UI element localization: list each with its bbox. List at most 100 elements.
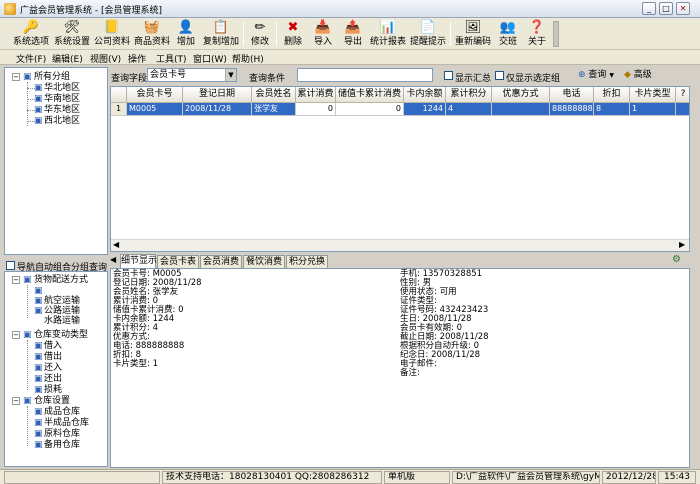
table-cell[interactable]: 0	[336, 103, 404, 116]
grid-horizontal-scrollbar[interactable]: ◀ ▶	[111, 239, 689, 251]
copy-add-button[interactable]: 📋 复制增加	[202, 19, 240, 49]
minimize-button[interactable]: _	[642, 2, 656, 15]
menu-window[interactable]: 窗口(W)	[193, 52, 227, 65]
edit-button[interactable]: ✏ 修改	[247, 19, 273, 49]
company-info-button[interactable]: 📒 公司资料	[93, 19, 131, 49]
tree-item-water[interactable]: 水路运输	[44, 316, 80, 326]
tab-member-card[interactable]: 会员卡表	[157, 255, 199, 268]
grid-header[interactable]: 累计消费	[296, 87, 336, 103]
menu-view[interactable]: 视图(V)	[90, 52, 121, 65]
grid-header[interactable]: 折扣	[594, 87, 630, 103]
show-selected-group-checkbox[interactable]	[495, 71, 504, 80]
status-empty	[4, 471, 160, 484]
menu-help[interactable]: 帮助(H)	[232, 52, 264, 65]
add-button[interactable]: 👤 增加	[173, 19, 199, 49]
reminder-button[interactable]: 📄 提醒提示	[409, 19, 447, 49]
detail-tool-icon[interactable]: ⚙	[672, 254, 686, 267]
grid-header[interactable]: ?	[676, 87, 689, 103]
tree-item-north[interactable]: 华北地区	[44, 83, 80, 93]
query-button[interactable]: ⊕ 查询 ▼	[578, 69, 622, 83]
table-cell[interactable]: 888888888	[550, 103, 594, 116]
table-cell[interactable]: 2008/11/28	[183, 103, 252, 116]
grid-header[interactable]: 电话	[550, 87, 594, 103]
menu-edit[interactable]: 编辑(E)	[52, 52, 83, 65]
tab-dining-consumption[interactable]: 餐饮消费	[243, 255, 285, 268]
folder-icon: ▣	[34, 418, 43, 428]
grid-header[interactable]: 会员卡号	[127, 87, 183, 103]
row-marker[interactable]: 1	[111, 103, 127, 116]
export-button[interactable]: 📤 导出	[340, 19, 366, 49]
query-field-select[interactable]: 会员卡号 ▼	[147, 68, 237, 82]
toolbar-separator	[450, 22, 451, 46]
table-cell[interactable]: M0005	[127, 103, 183, 116]
nav-auto-group-checkbox[interactable]	[6, 261, 15, 270]
tree-item-borrow-in[interactable]: 借入	[44, 341, 62, 351]
tree-item-finished-warehouse[interactable]: 成品仓库	[44, 407, 80, 417]
toolbar-overflow-handle[interactable]	[553, 21, 559, 47]
about-button[interactable]: ❓ 关于	[524, 19, 550, 49]
menu-file[interactable]: 文件(F)	[16, 52, 46, 65]
grid-header[interactable]: 累计积分	[446, 87, 492, 103]
grid-header[interactable]: 优惠方式	[492, 87, 550, 103]
table-cell[interactable]	[492, 103, 550, 116]
maximize-button[interactable]: □	[659, 2, 673, 15]
tree-item-northwest[interactable]: 西北地区	[44, 116, 80, 126]
grid-header[interactable]: 登记日期	[183, 87, 252, 103]
close-button[interactable]: ✕	[676, 2, 690, 15]
tree-item-stock-change[interactable]: 仓库变动类型	[34, 330, 88, 340]
system-options-button[interactable]: 🔑 系统选项	[12, 19, 50, 49]
tree-item-borrow-out[interactable]: 借出	[44, 352, 62, 362]
show-summary-checkbox[interactable]	[444, 71, 453, 80]
tree-item-south[interactable]: 华南地区	[44, 94, 80, 104]
grid-header[interactable]: 会员姓名	[252, 87, 296, 103]
scroll-right-icon[interactable]: ▶	[679, 240, 685, 249]
tree-item-warehouse-settings[interactable]: 仓库设置	[34, 396, 70, 406]
scroll-left-icon[interactable]: ◀	[113, 240, 119, 249]
tab-points-exchange[interactable]: 积分兑换	[286, 255, 328, 268]
menu-bar: 文件(F) 编辑(E) 视图(V) 操作 工具(T) 窗口(W) 帮助(H)	[0, 50, 700, 65]
tree-item-delivery[interactable]: 货物配送方式	[34, 275, 88, 285]
tree-expander[interactable]: −	[12, 397, 20, 405]
tree-expander[interactable]: −	[12, 331, 20, 339]
system-settings-button[interactable]: 🛠 系统设置	[53, 19, 91, 49]
tree-expander[interactable]: −	[12, 276, 20, 284]
table-cell[interactable]	[676, 103, 689, 116]
menu-operation[interactable]: 操作	[128, 52, 146, 65]
import-button[interactable]: 📥 导入	[310, 19, 336, 49]
delete-button[interactable]: ✖ 删除	[280, 19, 306, 49]
tree-item-east[interactable]: 华东地区	[44, 105, 80, 115]
query-condition-input[interactable]	[297, 68, 433, 82]
tree-item-raw-warehouse[interactable]: 原料仓库	[44, 429, 80, 439]
chevron-down-icon[interactable]: ▼	[225, 69, 236, 81]
tree-item-road[interactable]: 公路运输	[44, 306, 80, 316]
detail-field: 备注:	[400, 368, 420, 378]
advanced-button[interactable]: ◆ 高级	[624, 69, 664, 83]
recode-button[interactable]: 🖼 重新编码	[454, 19, 492, 49]
tree-item-spare-warehouse[interactable]: 备用仓库	[44, 440, 80, 450]
table-cell[interactable]: 8	[594, 103, 630, 116]
detail-panel: 会员卡号: M0005 登记日期: 2008/11/28 会员姓名: 张学友 累…	[110, 268, 690, 468]
tree-expander[interactable]: −	[12, 73, 20, 81]
tree-item-semi-warehouse[interactable]: 半成品仓库	[44, 418, 89, 428]
report-button[interactable]: 📊 统计报表	[369, 19, 407, 49]
folder-icon: ▣	[23, 396, 32, 406]
tab-detail[interactable]: 细节显示	[120, 254, 157, 268]
menu-tools[interactable]: 工具(T)	[156, 52, 187, 65]
grid-header[interactable]: 卡内余额	[404, 87, 446, 103]
table-cell[interactable]: 张学友	[252, 103, 296, 116]
table-cell[interactable]: 1	[630, 103, 676, 116]
table-cell[interactable]: 1244	[404, 103, 446, 116]
tab-member-consumption[interactable]: 会员消费	[200, 255, 242, 268]
table-cell[interactable]: 4	[446, 103, 492, 116]
tree-item-loss[interactable]: 损耗	[44, 385, 62, 395]
tree-item-all-groups[interactable]: 所有分组	[34, 72, 70, 82]
handover-button[interactable]: 👥 交班	[495, 19, 521, 49]
goods-info-button[interactable]: 🧺 商品资料	[133, 19, 171, 49]
tab-scroll-left-icon[interactable]: ◀	[110, 255, 120, 267]
grid-header[interactable]: 储值卡累计消费	[336, 87, 404, 103]
tree-item-air[interactable]: 航空运输	[44, 296, 80, 306]
table-cell[interactable]: 0	[296, 103, 336, 116]
tree-item-return-in[interactable]: 还入	[44, 363, 62, 373]
grid-header[interactable]: 卡片类型	[630, 87, 676, 103]
tree-item-return-out[interactable]: 还出	[44, 374, 62, 384]
